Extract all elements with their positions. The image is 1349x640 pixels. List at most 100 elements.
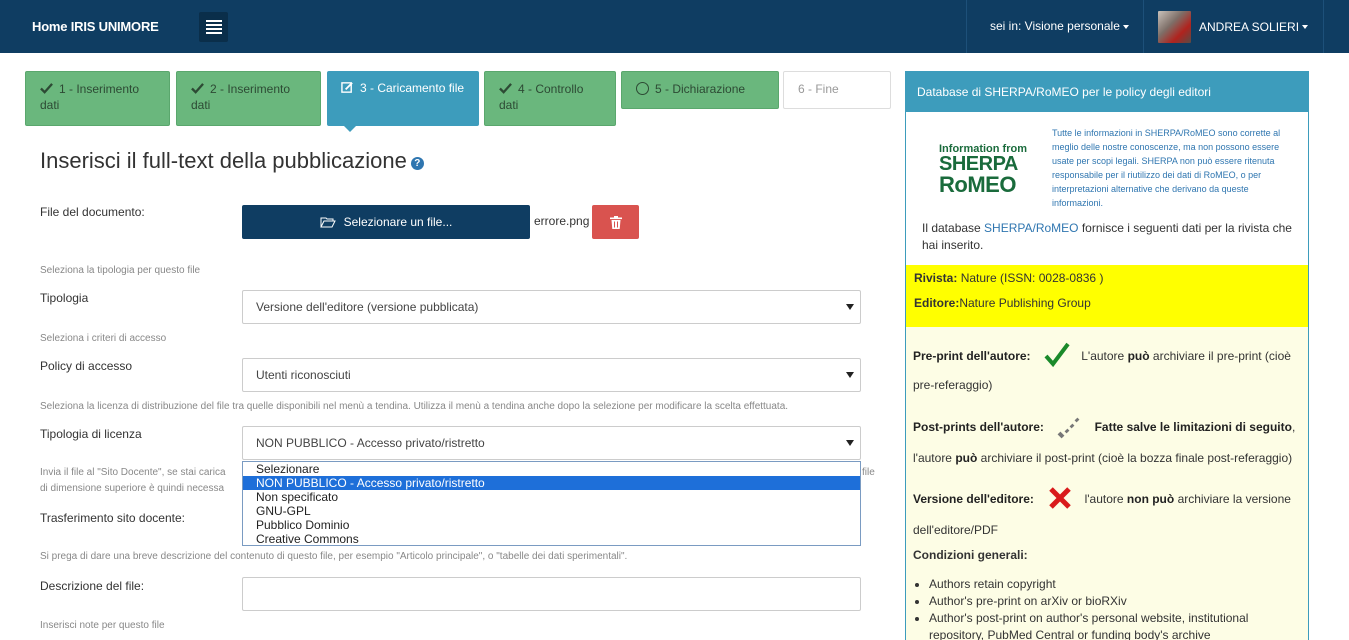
docente-hint-text-2: di dimensione superiore è quindi necessa [40, 483, 225, 494]
hamburger-icon [205, 18, 222, 36]
panel-intro: Il database SHERPA/RoMEO fornisce i segu… [922, 220, 1302, 254]
folder-open-icon [319, 217, 336, 228]
condition-item: Authors retain copyright [929, 576, 1299, 593]
user-menu[interactable]: ANDREA SOLIERI [1158, 11, 1309, 43]
conditions-label-text: Condizioni generali: [913, 548, 1028, 562]
top-navbar: Home IRIS UNIMORE sei in: Visione person… [0, 0, 1349, 53]
license-dropdown-list[interactable]: Selezionare NON PUBBLICO - Accesso priva… [242, 461, 861, 546]
rivista-label: Rivista: [914, 271, 958, 285]
version-text: l'autore [1084, 492, 1127, 506]
preprint-text-2: archiviare il pre-print (cioè [1149, 349, 1291, 363]
editore-label: Editore: [914, 296, 960, 310]
chevron-down-icon [1122, 24, 1129, 29]
step-3[interactable]: 3 - Caricamento file [327, 71, 479, 132]
check-icon [40, 83, 53, 94]
view-selector-label: sei in: Visione personale [990, 19, 1120, 33]
disclaimer-visible: Tutte le informazioni in SHERPA/RoMEO so… [1052, 128, 1281, 208]
sherpa-logo-text-2: RoMEO [939, 172, 1016, 197]
dropdown-arrow-icon [846, 440, 854, 446]
chevron-down-icon [1302, 25, 1309, 29]
postprint-text-bold: Fatte salve le limitazioni di seguito [1094, 420, 1292, 434]
user-name: ANDREA SOLIERI [1199, 20, 1300, 34]
preprint-label: Pre-print dell'autore: [913, 349, 1031, 363]
access-policy-select[interactable]: Utenti riconosciuti [242, 358, 861, 392]
step-label: 1 - Inserimento dati [40, 82, 140, 112]
file-label: File del documento: [40, 205, 145, 219]
help-icon[interactable]: ? [410, 157, 424, 170]
step-1[interactable]: 1 - Inserimento dati [25, 71, 170, 126]
postprint-text: l'autore [913, 451, 956, 465]
version-policy-line2: dell'editore/PDF [913, 523, 998, 537]
license-option[interactable]: Pubblico Dominio [243, 518, 860, 532]
license-option[interactable]: GNU-GPL [243, 504, 860, 518]
nav-divider [1323, 0, 1324, 53]
postprint-policy: Post-prints dell'autore: Fatte salve le … [913, 413, 1303, 439]
step-label: 6 - Fine [798, 82, 839, 96]
conditions-list: Authors retain copyright Author's pre-pr… [929, 576, 1299, 640]
tipologia-label: Tipologia [40, 291, 89, 305]
license-select[interactable]: NON PUBBLICO - Accesso privato/ristretto [242, 426, 861, 460]
postprint-label: Post-prints dell'autore: [913, 420, 1044, 434]
access-value: Utenti riconosciuti [256, 368, 351, 382]
partial-check-icon [1057, 417, 1080, 439]
tipologia-select[interactable]: Versione dell'editore (versione pubblica… [242, 290, 861, 324]
version-text-bold: non può [1126, 492, 1175, 506]
description-input[interactable] [242, 577, 861, 611]
file-name: errore.png [534, 214, 590, 228]
docente-hint-text: Invia il file al "Sito Docente", se stai… [40, 467, 226, 478]
version-policy: Versione dell'editore: l'autore non può … [913, 485, 1303, 511]
green-check-icon [1044, 342, 1070, 368]
license-option[interactable]: Creative Commons [243, 532, 860, 546]
step-label: 5 - Dichiarazione [655, 82, 746, 96]
select-file-button[interactable]: Selezionare un file... [242, 205, 530, 239]
step-6[interactable]: 6 - Fine [783, 71, 891, 109]
rivista-value: Nature (ISSN: 0028-0836 ) [957, 271, 1104, 285]
home-link[interactable]: Home IRIS UNIMORE [32, 19, 159, 34]
editore-value: Nature Publishing Group [959, 296, 1091, 310]
step-2[interactable]: 2 - Inserimento dati [176, 71, 321, 126]
menu-toggle-button[interactable] [199, 12, 228, 42]
license-value: NON PUBBLICO - Accesso privato/ristretto [256, 436, 485, 450]
edit-icon [341, 82, 353, 93]
license-option[interactable]: Non specificato [243, 490, 860, 504]
access-hint: Seleziona i criteri di accesso [40, 333, 167, 344]
sherpa-link[interactable]: SHERPA/RoMEO [984, 221, 1078, 235]
dropdown-arrow-icon [846, 304, 854, 310]
preprint-text-bold: può [1127, 349, 1150, 363]
desc-hint: Si prega di dare una breve descrizione d… [40, 551, 628, 562]
notes-hint: Inserisci note per questo file [40, 620, 165, 631]
step-4[interactable]: 4 - Controllo dati [484, 71, 616, 126]
step-5[interactable]: 5 - Dichiarazione [621, 71, 779, 109]
view-selector[interactable]: sei in: Visione personale [990, 19, 1129, 33]
license-hint: Seleziona la licenza di distribuzione de… [40, 401, 789, 412]
version-text-2: archiviare la versione [1174, 492, 1291, 506]
red-x-icon [1049, 487, 1072, 509]
postprint-policy-line2: l'autore può archiviare il post-print (c… [913, 451, 1303, 465]
condition-item: Author's pre-print on arXiv or bioRXiv [929, 593, 1299, 610]
tipologia-value: Versione dell'editore (versione pubblica… [256, 300, 479, 314]
page-title-text: Inserisci il full-text della pubblicazio… [40, 148, 407, 173]
license-option-selected[interactable]: NON PUBBLICO - Accesso privato/ristretto [243, 476, 860, 490]
delete-file-button[interactable] [592, 205, 639, 239]
conditions-label: Condizioni generali: [913, 548, 1028, 562]
license-option[interactable]: Selezionare [243, 462, 860, 476]
postprint-text-bold-2: può [955, 451, 978, 465]
nav-divider [966, 0, 967, 53]
journal-info: Rivista: Nature (ISSN: 0028-0836 ) Edito… [906, 265, 1308, 327]
docente-hint-right: file [862, 467, 875, 478]
preprint-text: L'autore [1081, 349, 1128, 363]
select-file-label: Selezionare un file... [343, 215, 453, 229]
avatar [1158, 11, 1191, 43]
condition-item: Author's post-print on author's personal… [929, 610, 1299, 640]
dropdown-arrow-icon [846, 372, 854, 378]
postprint-text-2: archiviare il post-print (cioè la bozza … [977, 451, 1293, 465]
license-label: Tipologia di licenza [40, 427, 142, 441]
step-label: 3 - Caricamento file [360, 81, 465, 95]
check-icon [191, 83, 204, 94]
nav-divider [1143, 0, 1144, 53]
desc-label: Descrizione del file: [40, 579, 145, 593]
trash-icon [609, 215, 622, 229]
preprint-policy-line2: pre-referaggio) [913, 378, 993, 392]
page-title: Inserisci il full-text della pubblicazio… [40, 148, 424, 174]
preprint-policy: Pre-print dell'autore: L'autore può arch… [913, 342, 1303, 368]
